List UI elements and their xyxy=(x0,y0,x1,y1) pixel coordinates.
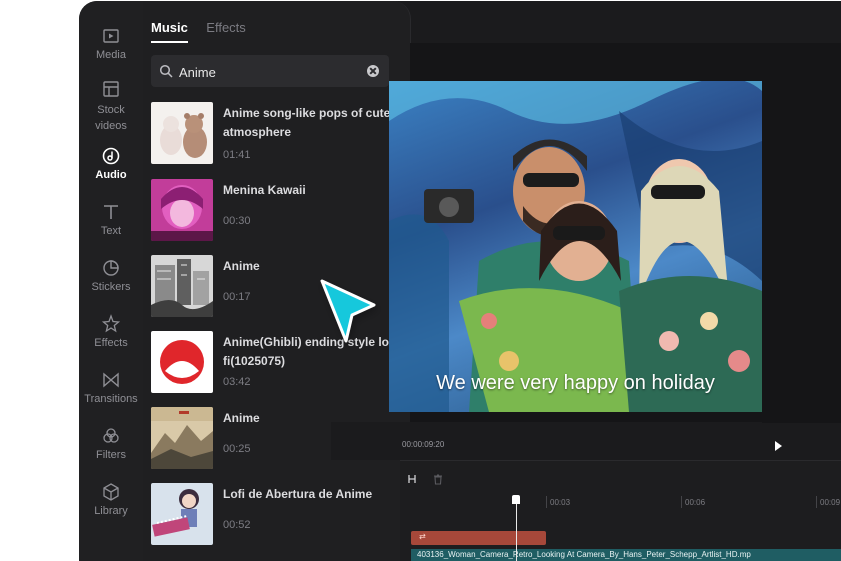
rail-item-library[interactable]: Library xyxy=(79,481,143,517)
media-icon xyxy=(103,29,119,43)
delete-icon[interactable] xyxy=(432,473,444,485)
mountain-landscape-image xyxy=(151,407,213,469)
track-title: Anime song-like pops of cute atmosphere xyxy=(223,106,391,139)
track-title: Anime xyxy=(223,259,260,273)
track-duration: 01:41 xyxy=(223,149,251,161)
rail-item-stickers[interactable]: Stickers xyxy=(79,257,143,293)
track-thumbnail xyxy=(151,483,213,545)
rail-item-text[interactable]: Text xyxy=(79,201,143,237)
library-icon xyxy=(103,483,119,501)
track-duration: 00:17 xyxy=(223,291,251,303)
stickers-icon xyxy=(103,260,119,276)
ruler-label: 00:09 xyxy=(820,498,841,507)
audio-clip-icon: ⇄ xyxy=(419,532,426,541)
playhead-handle[interactable] xyxy=(512,495,520,504)
rail-label: Library xyxy=(94,505,128,517)
girl-keyboard-image xyxy=(151,483,213,545)
track-duration: 00:30 xyxy=(223,215,251,227)
track-thumbnail xyxy=(151,255,213,317)
rail-label: Stickers xyxy=(91,281,131,293)
rail-label: Text xyxy=(100,225,122,237)
filters-icon xyxy=(103,428,119,443)
track-duration: 00:25 xyxy=(223,443,251,455)
track-duration: 00:52 xyxy=(223,519,251,531)
track-thumbnail xyxy=(151,331,213,393)
rail-item-media[interactable]: Media xyxy=(79,25,143,61)
track-title: Menina Kawaii xyxy=(223,183,306,197)
track-thumbnail xyxy=(151,407,213,469)
track-thumbnail xyxy=(151,179,213,241)
rail-label: Filters xyxy=(96,449,126,461)
split-icon[interactable] xyxy=(406,473,418,485)
track-duration: 03:42 xyxy=(223,376,251,388)
transitions-icon xyxy=(103,372,119,388)
ruler-label: 00:03 xyxy=(550,498,571,507)
ruler-tick xyxy=(816,496,817,508)
track-title: Lofi de Abertura de Anime xyxy=(223,487,373,501)
video-clip-label: 403136_Woman_Camera_Retro_Looking At Cam… xyxy=(417,550,751,559)
bears-thumbnail-image xyxy=(151,102,213,164)
rail-item-effects[interactable]: Effects xyxy=(79,313,143,349)
list-item[interactable]: Lofi de Abertura de Anime 00:52 xyxy=(151,483,401,547)
tab-music[interactable]: Music xyxy=(151,20,188,43)
ruler-tick xyxy=(546,496,547,508)
rail-label: Audio xyxy=(95,169,127,181)
sketch-city-image xyxy=(151,255,213,317)
playhead[interactable] xyxy=(516,495,517,561)
rail-label: Stock videos xyxy=(95,104,127,132)
timecode-display: 00:00:09:20 xyxy=(402,440,445,449)
play-icon[interactable] xyxy=(775,441,782,451)
rail-label: Media xyxy=(96,49,126,61)
track-thumbnail xyxy=(151,102,213,164)
timeline: 00:03 00:06 00:09 ⇄ 403136_Woman_Camera_… xyxy=(400,460,841,561)
video-clip[interactable]: 403136_Woman_Camera_Retro_Looking At Cam… xyxy=(411,549,841,561)
effects-icon xyxy=(101,314,121,333)
audio-icon xyxy=(102,147,120,165)
pink-anime-girl-image xyxy=(151,179,213,241)
video-preview[interactable]: We were very happy on holiday xyxy=(389,81,762,412)
rail-item-transitions[interactable]: Transitions xyxy=(79,369,143,405)
ruler-label: 00:06 xyxy=(685,498,706,507)
list-item[interactable]: Menina Kawaii 00:30 xyxy=(151,179,401,243)
rail-item-audio[interactable]: Audio xyxy=(79,145,143,181)
text-icon xyxy=(104,205,118,219)
red-circle-image xyxy=(151,331,213,393)
search-input[interactable] xyxy=(177,62,361,82)
rail-label: Transitions xyxy=(84,393,138,405)
playback-controls: 00:00:09:20 xyxy=(331,422,782,460)
ruler-tick xyxy=(681,496,682,508)
rail-item-filters[interactable]: Filters xyxy=(79,425,143,461)
rail-item-stock-videos[interactable]: Stock videos xyxy=(79,78,143,134)
list-item[interactable]: Anime song-like pops of cute atmosphere … xyxy=(151,102,401,166)
clear-search-icon[interactable] xyxy=(367,65,379,77)
stock-videos-icon xyxy=(103,81,119,97)
tab-effects[interactable]: Effects xyxy=(206,20,246,41)
video-subtitle: We were very happy on holiday xyxy=(436,372,715,394)
search-icon xyxy=(159,64,173,78)
friends-selfie-illustration xyxy=(389,81,762,412)
tool-rail: Media Stock videos Audio Text Stickers E… xyxy=(79,1,144,561)
audio-clip[interactable]: ⇄ xyxy=(411,531,546,545)
rail-label: Effects xyxy=(94,337,128,349)
search-box xyxy=(151,55,389,87)
pointer-cursor-icon xyxy=(320,279,376,343)
panel-tabs: Music Effects xyxy=(151,19,260,43)
